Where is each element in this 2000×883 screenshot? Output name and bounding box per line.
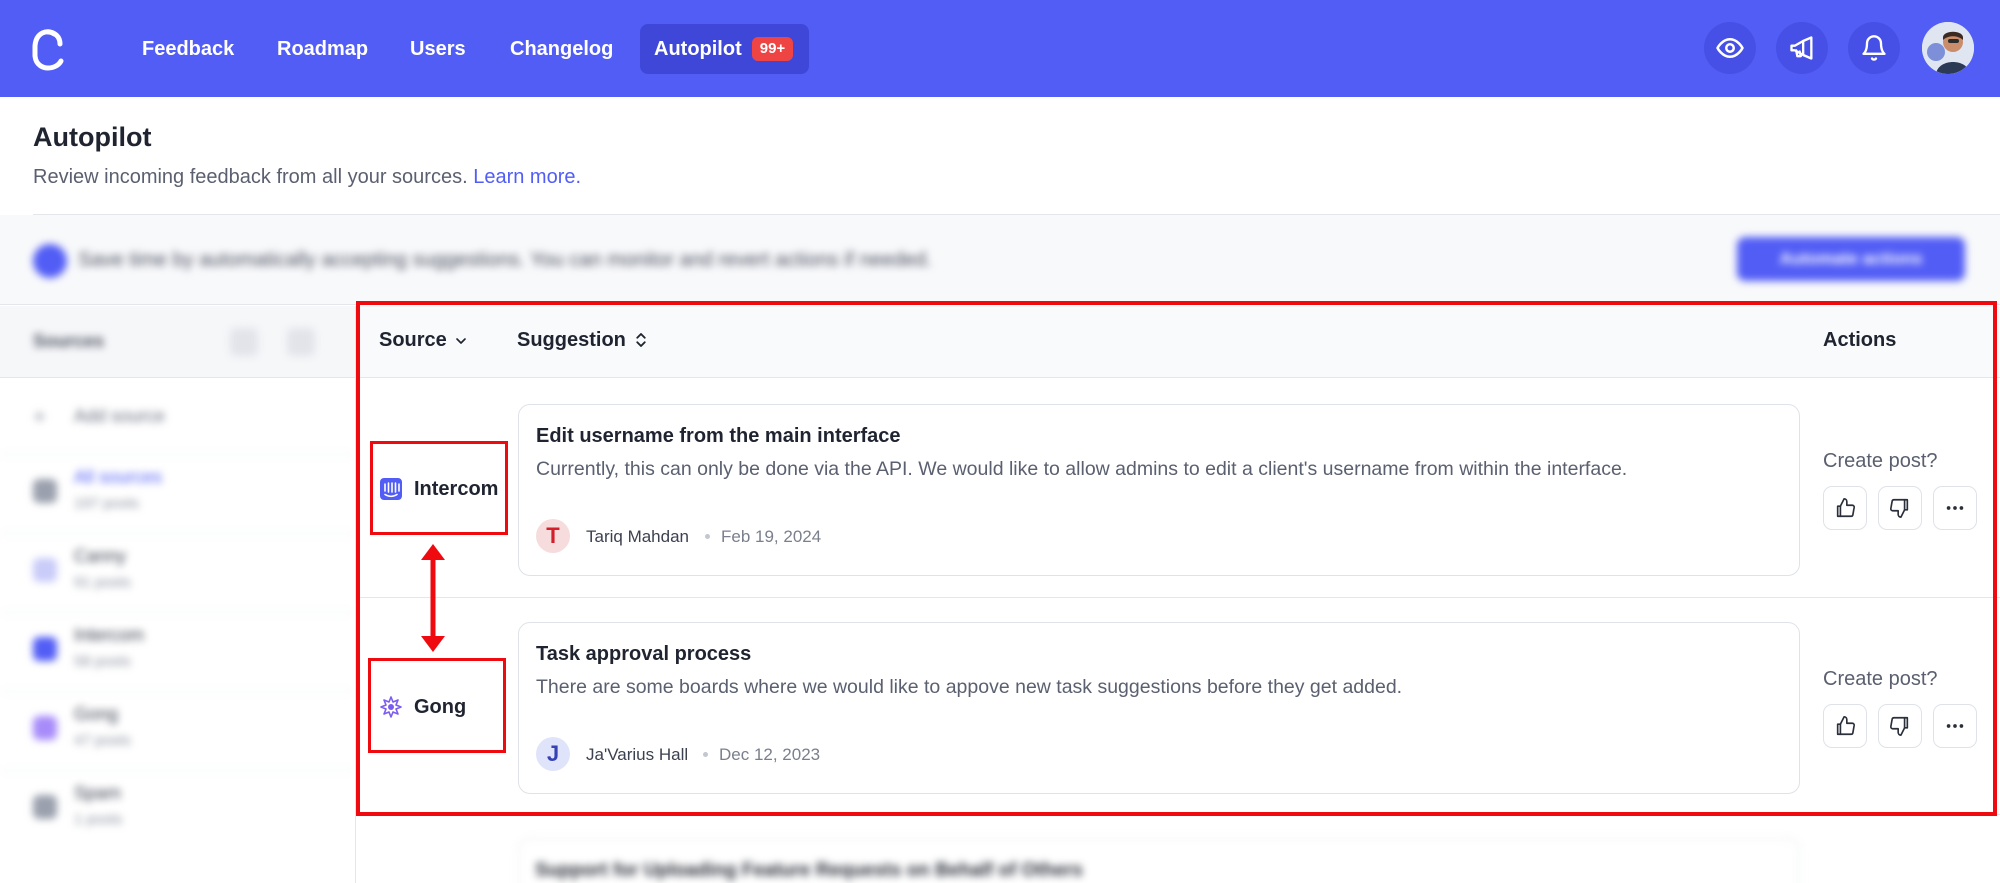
learn-more-link[interactable]: Learn more. <box>473 166 581 188</box>
notifications-button[interactable] <box>1848 22 1900 74</box>
automation-banner-text: Save time by automatically accepting sug… <box>78 249 932 271</box>
sort-icon <box>636 333 646 347</box>
eye-icon <box>1716 38 1744 58</box>
thumbs-down-icon <box>1890 498 1909 518</box>
canny-logo-icon[interactable] <box>28 26 68 72</box>
accept-suggestion-button[interactable] <box>1823 486 1867 530</box>
reject-suggestion-button[interactable] <box>1878 486 1922 530</box>
page-subtitle: Review incoming feedback from all your s… <box>33 166 581 189</box>
thumbs-up-icon <box>1836 498 1855 518</box>
user-avatar[interactable] <box>1922 22 1974 74</box>
sources-sidebar-header: Sources <box>0 306 355 378</box>
more-options-button[interactable] <box>1933 486 1977 530</box>
canny-icon <box>33 558 57 582</box>
accept-suggestion-button[interactable] <box>1823 704 1867 748</box>
double-arrow-icon <box>421 544 445 652</box>
create-post-prompt: Create post? <box>1823 668 1938 690</box>
sidebar-item-spam[interactable]: Spam 1 posts <box>0 770 355 849</box>
column-header-source-label: Source <box>379 329 447 351</box>
sidebar-item-count: 1 posts <box>74 811 123 828</box>
suggestion-date: Feb 19, 2024 <box>721 527 822 546</box>
ellipsis-icon <box>1946 724 1964 728</box>
suggestion-body: There are some boards where we would lik… <box>536 676 1403 698</box>
intercom-icon <box>380 478 402 500</box>
sidebar-item-label: Spam <box>74 783 122 803</box>
sidebar-item-label: All sources <box>74 467 163 487</box>
column-header-suggestion[interactable]: Suggestion <box>517 329 650 352</box>
suggestion-date: Dec 12, 2023 <box>719 745 821 764</box>
sidebar-item-count: 197 posts <box>74 495 140 512</box>
row-divider <box>357 597 2000 598</box>
user-avatar-photo-icon <box>1922 22 1974 74</box>
bell-icon <box>1862 35 1886 61</box>
megaphone-icon <box>1790 36 1813 60</box>
source-name: Gong <box>414 695 467 718</box>
suggestion-title: Task approval process <box>536 643 752 665</box>
sidebar-item-count: 58 posts <box>74 653 131 670</box>
nav-link-autopilot[interactable]: Autopilot 99+ <box>640 24 810 74</box>
author-avatar: J <box>536 737 570 771</box>
sources-sidebar: Sources + Add source All sources 197 pos… <box>0 306 356 883</box>
announcements-button[interactable] <box>1776 22 1828 74</box>
reject-suggestion-button[interactable] <box>1878 704 1922 748</box>
suggestions-table-header: Source Suggestion Actions <box>357 306 2000 378</box>
gong-icon <box>33 716 57 740</box>
sidebar-item-label: Intercom <box>74 625 145 645</box>
add-source-button[interactable]: Add source <box>74 406 165 427</box>
source-name: Intercom <box>414 477 499 500</box>
settings-icon[interactable] <box>230 328 258 356</box>
row-divider <box>357 814 2000 815</box>
automation-info-icon <box>33 244 67 278</box>
autopilot-count-badge: 99+ <box>751 37 794 61</box>
column-header-source[interactable]: Source <box>379 329 469 352</box>
nav-link-changelog[interactable]: Changelog <box>496 24 627 74</box>
sidebar-item-count: 91 posts <box>74 574 131 591</box>
column-header-actions: Actions <box>1823 329 1897 351</box>
intercom-icon <box>33 637 57 661</box>
suggestion-body: Currently, this can only be done via the… <box>536 458 1628 480</box>
meta-separator-dot <box>705 534 710 539</box>
plus-icon: + <box>33 404 46 429</box>
automate-actions-button[interactable]: Automate actions <box>1737 237 1965 281</box>
nav-link-users[interactable]: Users <box>396 24 480 74</box>
inbox-icon <box>33 479 57 503</box>
thumbs-down-icon <box>1890 716 1909 736</box>
suggestion-title: Support for Uploading Feature Requests o… <box>535 860 1083 881</box>
source-cell-intercom: Intercom <box>380 469 498 509</box>
sidebar-item-label: Gong <box>74 704 119 724</box>
meta-separator-dot <box>703 752 708 757</box>
create-post-prompt: Create post? <box>1823 450 1938 472</box>
author-name: Ja'Varius Hall <box>586 745 689 764</box>
ellipsis-icon <box>1946 506 1964 510</box>
sidebar-item-all-sources[interactable]: All sources 197 posts <box>0 454 355 533</box>
nav-link-autopilot-label: Autopilot <box>654 38 742 60</box>
author-avatar: T <box>536 519 570 553</box>
more-options-button[interactable] <box>1933 704 1977 748</box>
top-navigation-bar: Feedback Roadmap Users Changelog Autopil… <box>0 0 2000 97</box>
nav-link-feedback[interactable]: Feedback <box>128 24 248 74</box>
spam-icon <box>33 795 57 819</box>
filter-icon[interactable] <box>287 328 315 356</box>
sidebar-item-label: Canny <box>74 546 127 566</box>
author-name: Tariq Mahdan <box>586 527 690 546</box>
sidebar-item-gong[interactable]: Gong 47 posts <box>0 691 355 770</box>
page-title: Autopilot <box>33 122 152 152</box>
suggestion-card[interactable]: Task approval process There are some boa… <box>518 622 1800 794</box>
sidebar-item-intercom[interactable]: Intercom 58 posts <box>0 612 355 691</box>
source-cell-gong: Gong <box>380 687 466 727</box>
sidebar-item-canny[interactable]: Canny 91 posts <box>0 533 355 612</box>
page-subtitle-text: Review incoming feedback from all your s… <box>33 166 468 188</box>
thumbs-up-icon <box>1836 716 1855 736</box>
preview-button[interactable] <box>1704 22 1756 74</box>
suggestion-card[interactable]: Edit username from the main interface Cu… <box>518 404 1800 576</box>
chevron-down-icon <box>455 338 466 344</box>
gong-icon <box>380 696 402 718</box>
sources-title: Sources <box>33 331 105 351</box>
suggestion-title: Edit username from the main interface <box>536 425 901 447</box>
nav-link-roadmap[interactable]: Roadmap <box>263 24 382 74</box>
column-header-suggestion-label: Suggestion <box>517 329 626 351</box>
sidebar-item-count: 47 posts <box>74 732 131 749</box>
